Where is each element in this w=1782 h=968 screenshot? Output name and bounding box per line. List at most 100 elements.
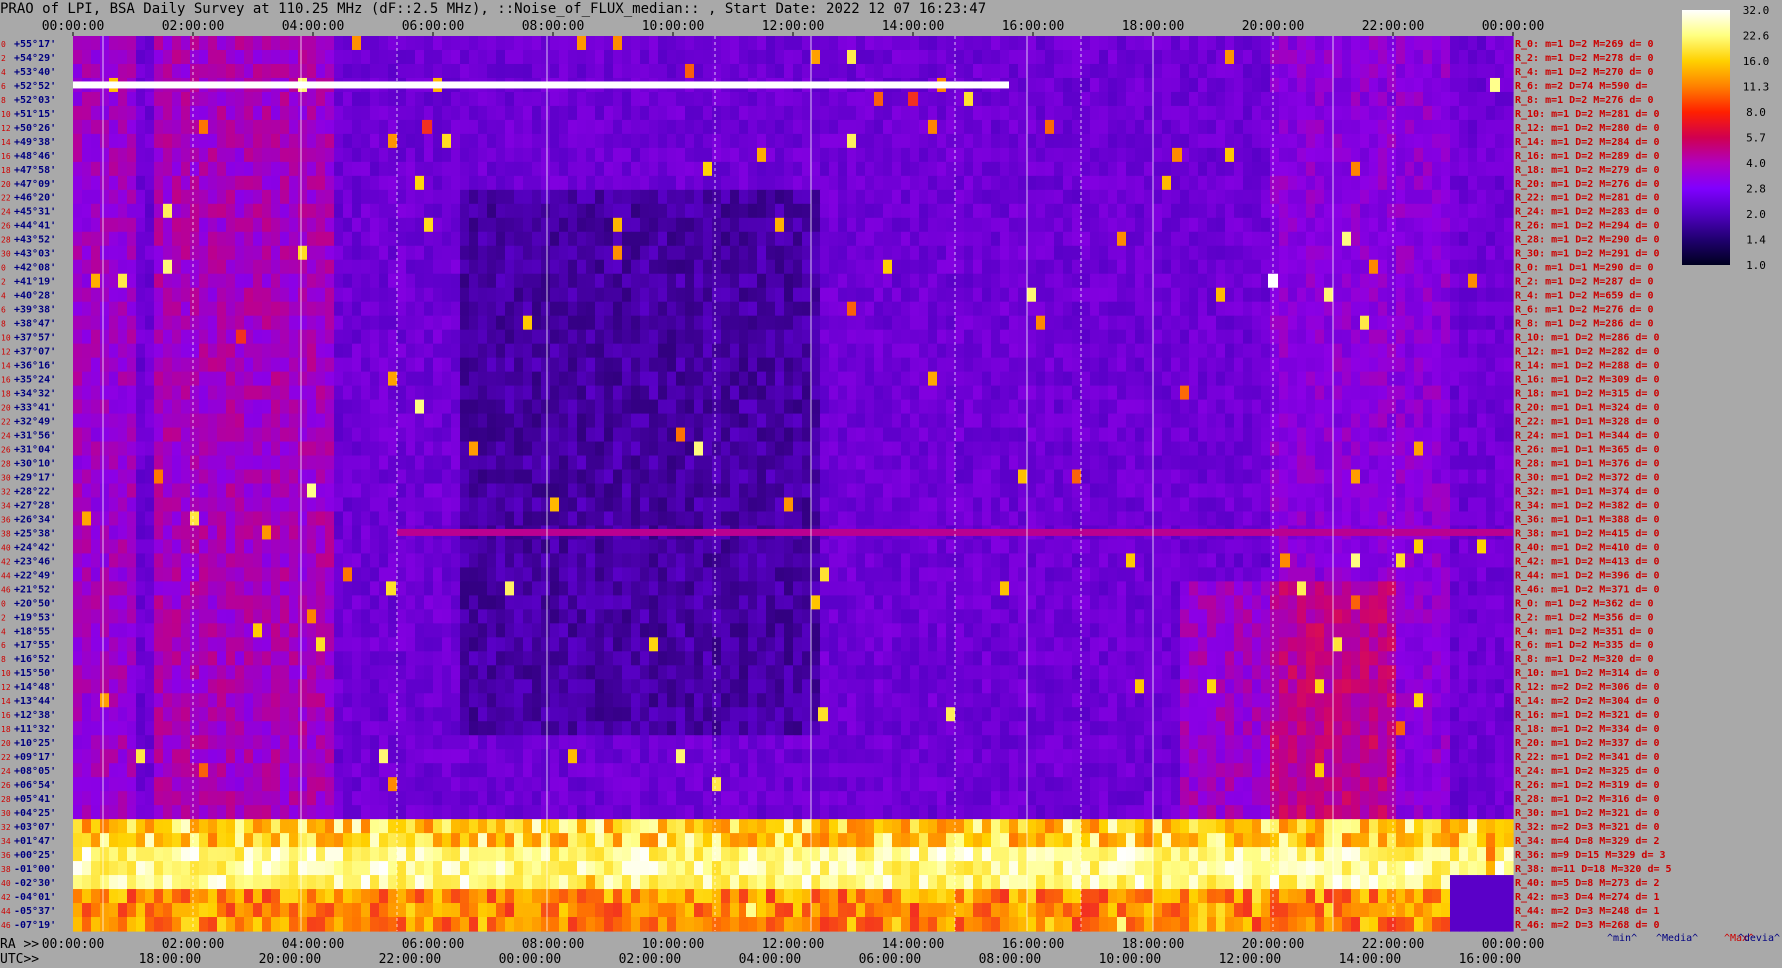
heat-cell	[514, 175, 524, 191]
heat-cell	[1216, 189, 1226, 205]
heat-cell	[1378, 147, 1388, 163]
heat-cell	[109, 36, 119, 51]
heat-cell	[937, 161, 947, 177]
heat-cell	[1450, 273, 1460, 289]
heat-cell	[1054, 413, 1064, 429]
heat-cell	[1072, 231, 1082, 247]
heat-cell	[352, 119, 362, 135]
heat-cell	[1423, 175, 1433, 191]
heat-cell	[703, 231, 713, 247]
heat-cell	[1234, 371, 1244, 387]
heat-cell	[964, 105, 974, 121]
heat-cell	[1342, 357, 1352, 373]
heat-cell	[1333, 105, 1343, 121]
heat-cell	[784, 343, 794, 359]
heat-cell	[352, 133, 362, 149]
heat-cell	[1000, 287, 1010, 303]
heat-cell	[424, 91, 434, 107]
heat-cell	[1180, 231, 1190, 247]
heat-cell	[838, 189, 848, 205]
heat-cell	[541, 441, 551, 457]
heat-cell	[343, 455, 353, 471]
heat-cell	[91, 427, 101, 443]
heat-cell	[982, 231, 992, 247]
heat-cell	[811, 427, 821, 443]
heat-cell	[1180, 441, 1190, 457]
heat-cell	[919, 245, 929, 261]
heat-cell	[136, 399, 146, 415]
heat-cell	[1144, 315, 1154, 331]
heat-cell	[334, 427, 344, 443]
heat-cell	[244, 175, 254, 191]
heat-cell	[1117, 357, 1127, 373]
heat-cell	[595, 119, 605, 135]
heat-cell	[1441, 315, 1451, 331]
heat-cell	[325, 343, 335, 359]
heat-cell	[82, 315, 92, 331]
heat-cell	[1504, 105, 1514, 121]
heat-cell	[532, 91, 542, 107]
heat-cell	[1450, 133, 1460, 149]
heat-cell	[163, 161, 173, 177]
heat-cell	[532, 231, 542, 247]
heat-cell	[1171, 203, 1181, 219]
heat-cell	[937, 231, 947, 247]
heat-cell	[118, 357, 128, 373]
heat-cell	[721, 287, 731, 303]
heat-cell	[1225, 329, 1235, 345]
heat-cell	[109, 441, 119, 457]
heat-cell	[496, 36, 506, 51]
heat-cell	[748, 119, 758, 135]
heat-cell	[253, 427, 263, 443]
heat-cell	[1045, 105, 1055, 121]
heat-cell	[415, 329, 425, 345]
heat-cell	[1333, 357, 1343, 373]
heat-cell	[802, 105, 812, 121]
heat-cell	[757, 287, 767, 303]
heat-cell	[523, 413, 533, 429]
heat-cell	[1504, 175, 1514, 191]
heat-cell	[1477, 161, 1487, 177]
heat-cell	[991, 63, 1001, 79]
heat-cell	[217, 231, 227, 247]
heat-cell	[460, 301, 470, 317]
heat-cell	[307, 399, 317, 415]
heat-cell	[325, 147, 335, 163]
heat-cell	[361, 287, 371, 303]
heat-cell	[1369, 245, 1379, 261]
heat-cell	[397, 36, 407, 51]
heat-cell	[550, 455, 560, 471]
heat-cell	[1000, 217, 1010, 233]
heat-cell	[1000, 175, 1010, 191]
heat-cell	[1189, 385, 1199, 401]
heat-cell	[1306, 91, 1316, 107]
heat-cell	[1495, 413, 1505, 429]
heat-cell	[1225, 91, 1235, 107]
heat-cell	[253, 175, 263, 191]
heat-cell	[244, 36, 254, 51]
heat-cell	[1342, 385, 1352, 401]
heat-cell	[766, 231, 776, 247]
heat-cell	[1252, 77, 1262, 93]
heat-cell	[631, 189, 641, 205]
heat-cell	[496, 357, 506, 373]
heat-cell	[1423, 217, 1433, 233]
heat-cell	[577, 371, 587, 387]
heat-cell	[199, 441, 209, 457]
heat-cell	[739, 287, 749, 303]
heat-cell	[919, 329, 929, 345]
heat-cell	[577, 91, 587, 107]
heat-cell	[820, 49, 830, 65]
heat-cell	[73, 49, 83, 65]
heat-cell	[739, 175, 749, 191]
heat-cell	[1027, 161, 1037, 177]
heat-cell	[730, 49, 740, 65]
heat-cell	[1234, 147, 1244, 163]
heat-cell	[586, 245, 596, 261]
heat-cell	[352, 455, 362, 471]
heat-cell	[145, 175, 155, 191]
heat-cell	[757, 189, 767, 205]
heat-cell	[1279, 203, 1289, 219]
heat-cell	[1270, 343, 1280, 359]
heat-cell	[622, 371, 632, 387]
